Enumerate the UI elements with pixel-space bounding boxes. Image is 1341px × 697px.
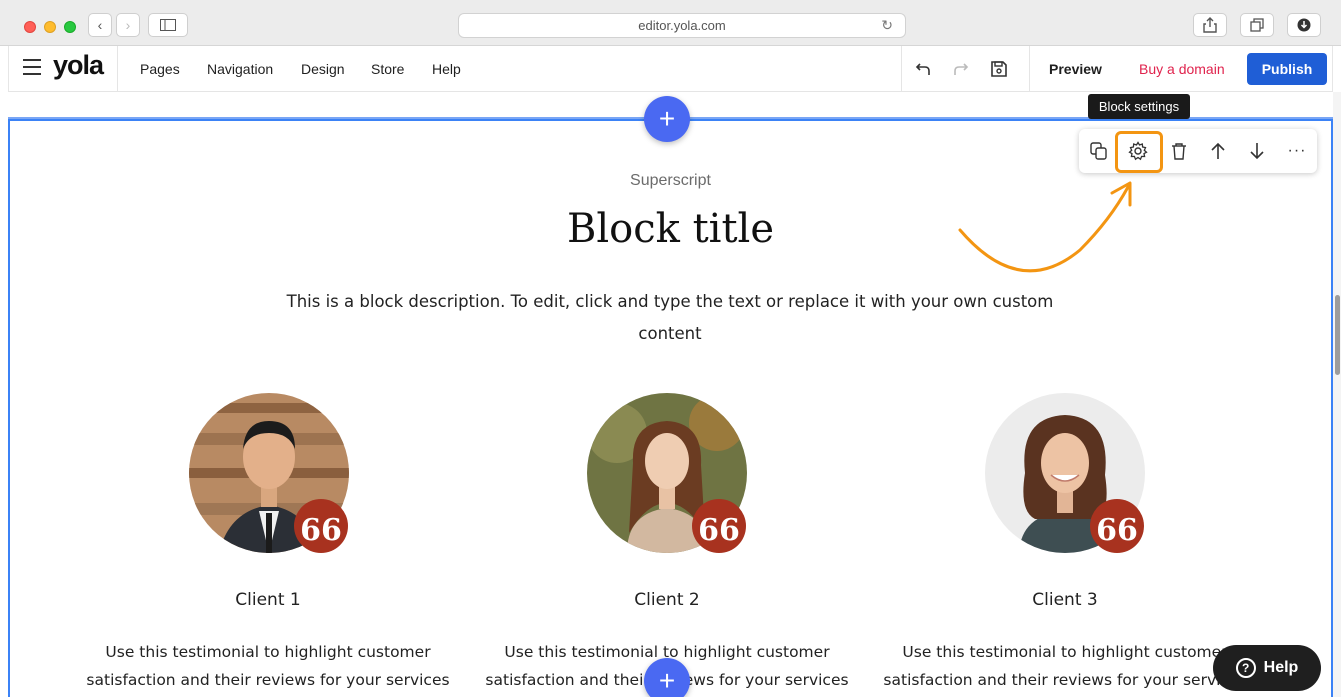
more-options-button[interactable]: ··· bbox=[1285, 139, 1309, 163]
preview-button[interactable]: Preview bbox=[1049, 61, 1102, 77]
block-superscript[interactable]: Superscript bbox=[0, 172, 1341, 190]
divider bbox=[901, 46, 902, 92]
tabs-icon bbox=[1250, 18, 1264, 32]
quote-icon: 66 bbox=[692, 499, 746, 553]
nav-design[interactable]: Design bbox=[301, 61, 345, 77]
block-title[interactable]: Block title bbox=[0, 206, 1341, 252]
block-settings-tooltip: Block settings bbox=[1088, 94, 1190, 119]
client-1-name[interactable]: Client 1 bbox=[68, 590, 468, 610]
reload-icon[interactable]: ↻ bbox=[881, 17, 893, 34]
help-icon: ? bbox=[1235, 658, 1256, 678]
move-up-button[interactable] bbox=[1206, 139, 1230, 163]
move-down-button[interactable] bbox=[1245, 139, 1269, 163]
save-icon bbox=[991, 61, 1007, 77]
address-text: editor.yola.com bbox=[638, 18, 726, 33]
buy-domain-button[interactable]: Buy a domain bbox=[1139, 61, 1225, 77]
duplicate-icon bbox=[1090, 142, 1107, 160]
nav-pages[interactable]: Pages bbox=[140, 61, 180, 77]
trash-icon bbox=[1172, 143, 1186, 160]
editor-toolbar: yola Pages Navigation Design Store Help … bbox=[8, 46, 1333, 92]
yola-logo: yola bbox=[53, 50, 104, 80]
divider bbox=[117, 46, 118, 92]
forward-button[interactable]: › bbox=[116, 13, 140, 37]
quote-icon: 66 bbox=[294, 499, 348, 553]
redo-icon bbox=[954, 63, 969, 75]
zoom-window-button[interactable] bbox=[64, 21, 76, 33]
quote-icon: 66 bbox=[1090, 499, 1144, 553]
chevron-right-icon: › bbox=[125, 17, 131, 33]
back-button[interactable]: ‹ bbox=[88, 13, 112, 37]
settings-highlight bbox=[1115, 131, 1163, 173]
client-2-name[interactable]: Client 2 bbox=[467, 590, 867, 610]
nav-navigation[interactable]: Navigation bbox=[207, 61, 273, 77]
sidebar-icon bbox=[160, 19, 176, 31]
client-1-testimonial[interactable]: Use this testimonial to highlight custom… bbox=[68, 638, 468, 694]
share-button[interactable] bbox=[1193, 13, 1227, 37]
arrow-up-icon bbox=[1211, 142, 1225, 159]
nav-store[interactable]: Store bbox=[371, 61, 404, 77]
minimize-window-button[interactable] bbox=[44, 21, 56, 33]
browser-chrome: ‹ › editor.yola.com ↻ bbox=[0, 0, 1341, 46]
close-window-button[interactable] bbox=[24, 21, 36, 33]
client-3-testimonial[interactable]: Use this testimonial to highlight custom… bbox=[865, 638, 1265, 694]
publish-button[interactable]: Publish bbox=[1247, 53, 1327, 85]
divider bbox=[1029, 46, 1030, 92]
save-button[interactable] bbox=[987, 57, 1011, 81]
arrow-down-icon bbox=[1250, 143, 1264, 160]
client-3-name[interactable]: Client 3 bbox=[865, 590, 1265, 610]
scrollbar-thumb[interactable] bbox=[1335, 295, 1340, 375]
undo-button[interactable] bbox=[911, 57, 935, 81]
undo-icon bbox=[915, 63, 930, 75]
block-description[interactable]: This is a block description. To edit, cl… bbox=[270, 286, 1070, 350]
help-widget-button[interactable]: ? Help bbox=[1213, 645, 1321, 691]
add-block-button-bottom[interactable]: + bbox=[644, 658, 690, 697]
duplicate-block-button[interactable] bbox=[1087, 139, 1111, 163]
help-label: Help bbox=[1263, 659, 1299, 676]
redo-button[interactable] bbox=[949, 57, 973, 81]
tabs-button[interactable] bbox=[1240, 13, 1274, 37]
plus-icon: + bbox=[658, 665, 676, 696]
menu-icon[interactable] bbox=[23, 59, 41, 75]
plus-icon: + bbox=[658, 103, 676, 134]
add-block-button[interactable]: + bbox=[644, 96, 690, 142]
chevron-left-icon: ‹ bbox=[97, 17, 103, 33]
more-icon: ··· bbox=[1287, 142, 1307, 159]
nav-help[interactable]: Help bbox=[432, 61, 461, 77]
sidebar-toggle-button[interactable] bbox=[148, 13, 188, 37]
share-icon bbox=[1203, 17, 1217, 33]
downloads-button[interactable] bbox=[1287, 13, 1321, 37]
address-bar[interactable]: editor.yola.com ↻ bbox=[458, 13, 906, 38]
delete-block-button[interactable] bbox=[1167, 139, 1191, 163]
download-icon bbox=[1297, 18, 1311, 32]
